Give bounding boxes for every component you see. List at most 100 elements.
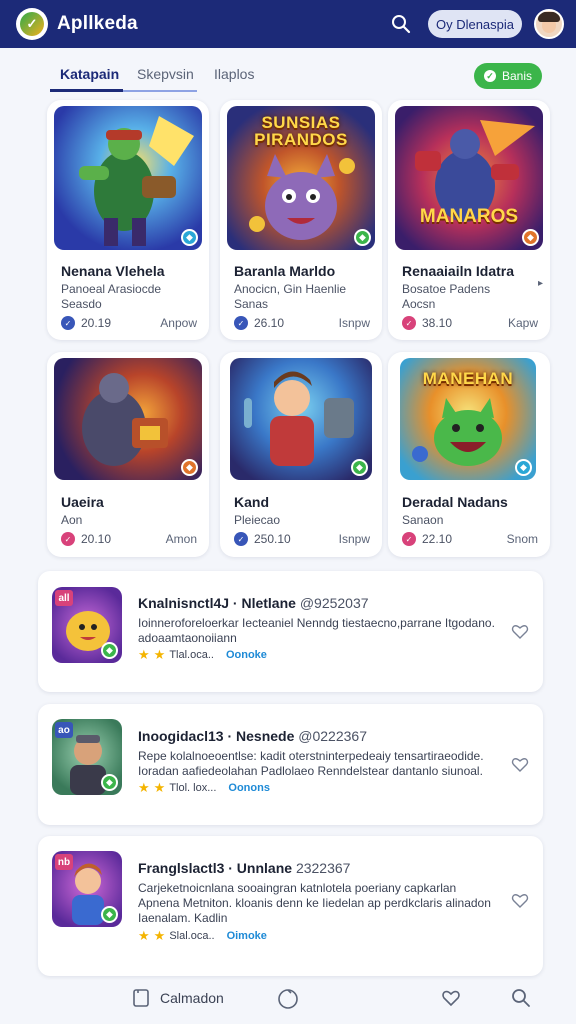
card-action-link[interactable]: Snom	[507, 532, 538, 546]
list-item-title: Franglslactl3 · Unnlane 2322367	[138, 860, 350, 876]
platform-badge-icon: ◆	[354, 229, 371, 246]
game-thumbnail: ◆	[54, 358, 202, 480]
rating-icon: ✓	[234, 316, 248, 330]
heart-icon[interactable]	[511, 756, 529, 774]
platform-badge-icon: ◆	[181, 459, 198, 476]
card-meta: ✓ 26.10 Isnpw	[234, 316, 370, 330]
game-card[interactable]: ◆ Kand Pleiecao ✓ 250.10 Isnpw	[220, 352, 382, 557]
bottom-nav-favorites[interactable]	[441, 988, 461, 1008]
card-meta: ✓ 250.10 Isnpw	[234, 532, 370, 546]
card-genre: Aocsn	[402, 297, 436, 311]
list-item-name: Inoogidacl13 · Nesnede	[138, 728, 295, 744]
game-card[interactable]: MANEHAN ◆ Deradal Nadans Sanaon ✓ 22.10 …	[388, 352, 550, 557]
list-item-rating: ★ ★ Tlol. lox... Oonons	[138, 780, 270, 796]
star-icon: ★	[153, 928, 166, 943]
list-item-link[interactable]: Oimoke	[227, 930, 267, 942]
card-meta: ✓ 20.19 Anpow	[61, 316, 197, 330]
tab-katapain[interactable]: Katapain	[60, 66, 119, 82]
card-action-link[interactable]: Kapw	[508, 316, 538, 330]
card-action-link[interactable]: Isnpw	[339, 316, 370, 330]
rating-text: Slal.oca..	[169, 930, 215, 942]
app-header: ✓ Apllkeda Oy Dlenaspia	[0, 0, 576, 48]
rating-text: Tlal.oca..	[169, 649, 214, 661]
card-meta: ✓ 20.10 Amon	[61, 532, 197, 546]
game-thumbnail: MANEHAN ◆	[400, 358, 536, 480]
bottom-nav-home[interactable]	[277, 988, 299, 1010]
scroll-right-icon[interactable]: ▸	[538, 278, 543, 289]
list-item-link[interactable]: Oonons	[228, 782, 270, 794]
tab-skepvsin[interactable]: Skepvsin	[137, 66, 194, 82]
card-meta: ✓ 38.10 Kapw	[402, 316, 538, 330]
card-title: Uaeira	[61, 494, 104, 510]
list-item[interactable]: nb ◆ Franglslactl3 · Unnlane 2322367 Car…	[38, 836, 543, 976]
search-icon[interactable]	[390, 13, 412, 35]
card-genre: Sanas	[234, 297, 269, 311]
list-item-icon: nb ◆	[52, 851, 122, 927]
star-icon: ★	[153, 647, 166, 662]
document-icon	[133, 989, 149, 1007]
card-subtitle: Sanaon	[402, 513, 444, 527]
card-subtitle: Panoeal Arasiocde	[61, 282, 162, 296]
bottom-nav: Calmadon	[0, 980, 576, 1024]
card-title: Renaaiailn Idatra	[402, 263, 515, 279]
tab-ilaplos[interactable]: Ilaplos	[214, 66, 254, 82]
card-action-link[interactable]: Isnpw	[339, 532, 370, 546]
list-item-tag: nb	[55, 854, 73, 870]
list-item-name: Franglslactl3 · Unnlane	[138, 860, 293, 876]
filter-button[interactable]: ✓ Banis	[474, 63, 542, 89]
card-meta-value: 20.10	[81, 532, 112, 546]
heart-icon	[442, 990, 460, 1007]
platform-badge-icon: ◆	[101, 642, 118, 659]
rating-icon: ✓	[402, 532, 416, 546]
game-thumbnail: SUNSIAS PIRANDOS ◆	[227, 106, 375, 250]
card-genre: Seasdo	[61, 297, 102, 311]
rating-text: Tlol. lox...	[169, 782, 217, 794]
game-card[interactable]: SUNSIAS PIRANDOS ◆ Baranla Marldo Anocic…	[220, 100, 382, 340]
star-icon: ★	[138, 928, 150, 943]
card-subtitle: Anocicn, Gin Haenlie	[234, 282, 347, 296]
tab-bar: Katapain Skepvsin Ilaplos	[50, 62, 540, 94]
tab-active-indicator	[50, 89, 123, 92]
thumbnail-title: MANAROS	[419, 206, 519, 227]
bottom-nav-library[interactable]: Calmadon	[132, 988, 224, 1008]
bottom-nav-search[interactable]	[511, 988, 531, 1008]
list-item-tag: ao	[55, 722, 73, 738]
list-item-tag: all	[55, 590, 73, 606]
account-pill-button[interactable]: Oy Dlenaspia	[428, 10, 522, 38]
rating-icon: ✓	[61, 532, 75, 546]
avatar[interactable]	[534, 9, 564, 39]
list-item-number: 2322367	[295, 860, 351, 876]
card-title: Nenana Vlehela	[61, 263, 165, 279]
card-subtitle: Pleiecao	[234, 513, 281, 527]
list-item[interactable]: ao ◆ Inoogidacl13 · Nesnede @0222367 Rep…	[38, 704, 543, 825]
leaf-icon: ✓	[20, 12, 44, 36]
star-icon: ★	[153, 780, 166, 795]
card-action-link[interactable]: Amon	[166, 532, 197, 546]
card-action-link[interactable]: Anpow	[160, 316, 197, 330]
heart-icon[interactable]	[511, 892, 529, 910]
card-meta-value: 26.10	[254, 316, 285, 330]
card-meta-value: 38.10	[422, 316, 453, 330]
game-card[interactable]: ◆ Nenana Vlehela Panoeal Arasiocde Seasd…	[47, 100, 209, 340]
heart-icon[interactable]	[511, 623, 529, 641]
app-logo[interactable]: ✓	[16, 8, 48, 40]
platform-badge-icon: ◆	[515, 459, 532, 476]
circle-icon	[278, 989, 298, 1009]
rating-icon: ✓	[234, 532, 248, 546]
filter-button-label: Banis	[501, 69, 533, 83]
game-card[interactable]: ◆ Uaeira Aon ✓ 20.10 Amon	[47, 352, 209, 557]
list-item[interactable]: all ◆ Knalnisnctl4J · Nletlane @9252037 …	[38, 571, 543, 692]
platform-badge-icon: ◆	[351, 459, 368, 476]
list-item-link[interactable]: Oonoke	[226, 649, 267, 661]
star-icon: ★	[138, 647, 150, 662]
card-title: Kand	[234, 494, 269, 510]
card-title: Baranla Marldo	[234, 263, 336, 279]
game-thumbnail: MANAROS ◆	[395, 106, 543, 250]
rating-icon: ✓	[61, 316, 75, 330]
list-item-icon: ao ◆	[52, 719, 122, 795]
platform-badge-icon: ◆	[181, 229, 198, 246]
star-icon: ★	[138, 780, 150, 795]
list-item-rating: ★ ★ Slal.oca.. Oimoke	[138, 928, 267, 944]
list-item-name: Knalnisnctl4J · Nletlane	[138, 595, 296, 611]
game-card[interactable]: MANAROS ◆ Renaaiailn Idatra Bosatoe Pade…	[388, 100, 550, 340]
